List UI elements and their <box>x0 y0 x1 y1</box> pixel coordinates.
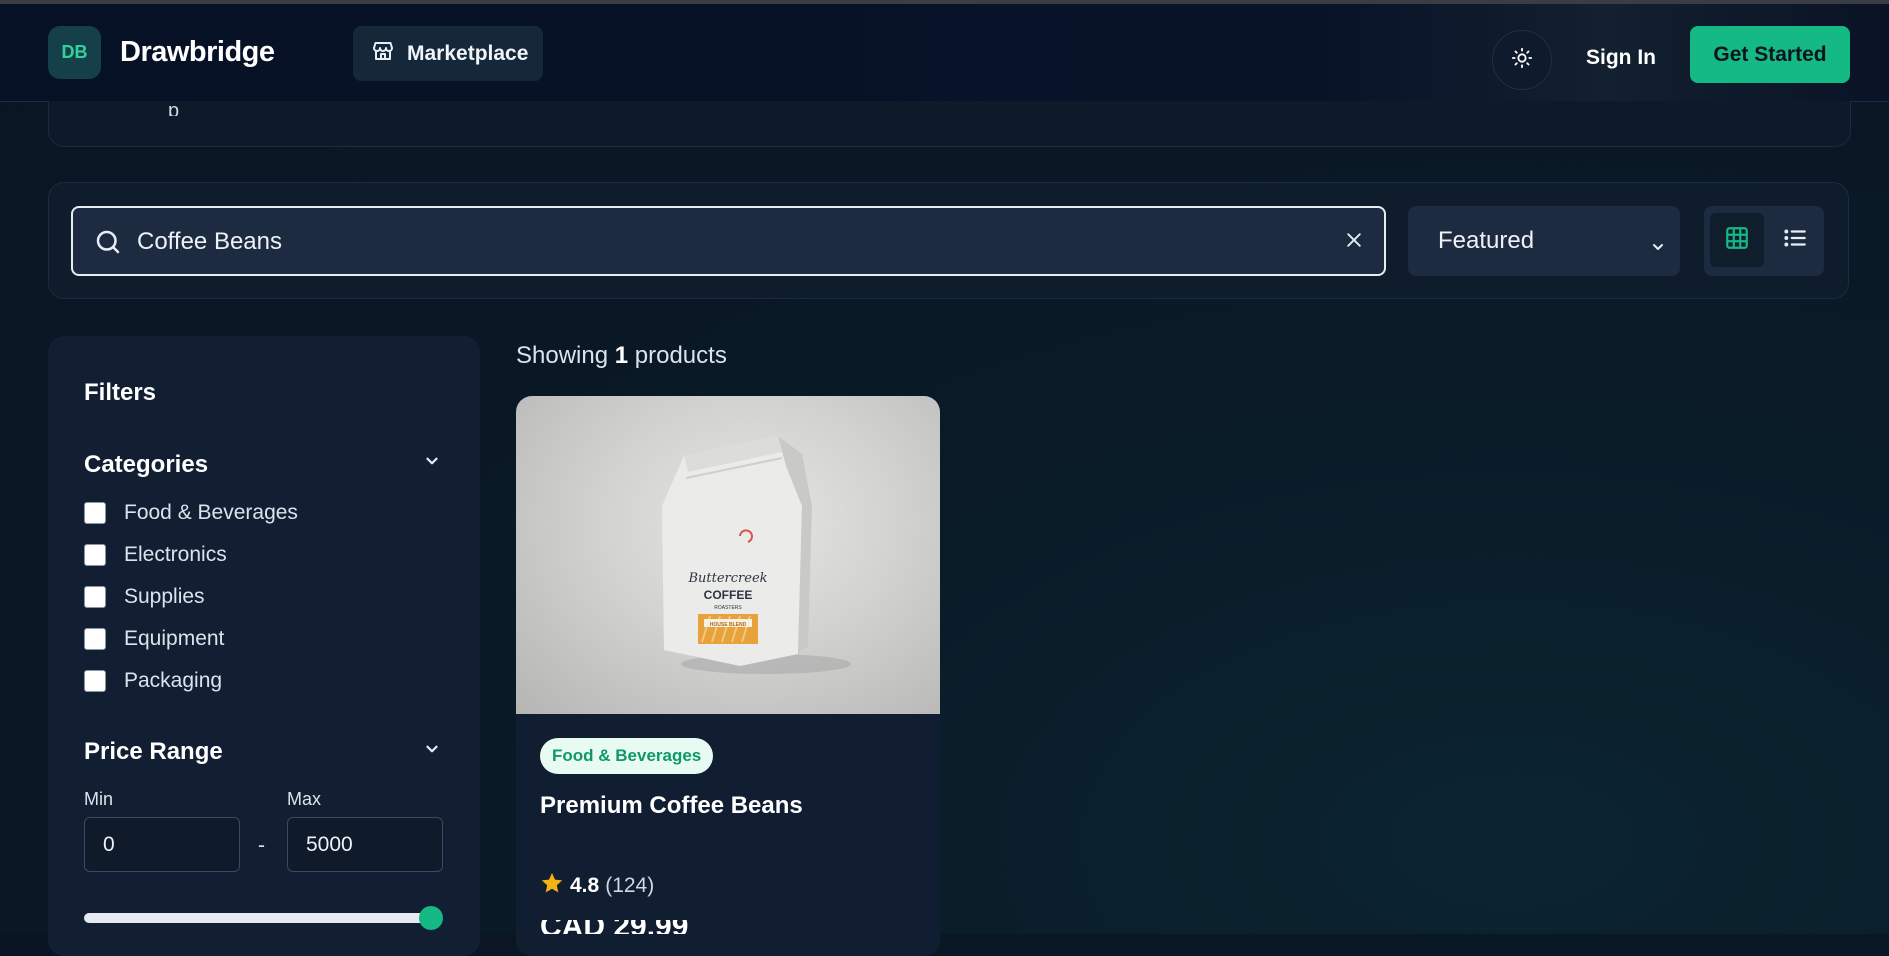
bag-word-text: COFFEE <box>704 588 753 602</box>
category-checkbox[interactable] <box>84 586 106 608</box>
results-count-number: 1 <box>614 342 629 369</box>
results-count-suffix: products <box>634 342 727 369</box>
previous-section-text: p <box>168 106 179 116</box>
clear-search-icon[interactable] <box>1344 230 1364 255</box>
product-image[interactable]: Buttercreek COFFEE ROASTERS HOUSE BLEND <box>516 396 940 714</box>
category-checkbox[interactable] <box>84 628 106 650</box>
bag-sub-text: ROASTERS <box>714 605 742 611</box>
price-max-label: Max <box>287 789 322 809</box>
product-rating: 4.8 (124) <box>540 871 654 901</box>
price-slider-track[interactable] <box>84 913 431 923</box>
results-count: Showing 1 products <box>516 342 727 370</box>
price-range-title[interactable]: Price Range <box>84 738 223 766</box>
chevron-down-icon <box>1650 234 1666 262</box>
grid-view-button[interactable] <box>1710 213 1764 267</box>
price-range-dash: - <box>258 834 265 857</box>
category-checkbox[interactable] <box>84 670 106 692</box>
grid-icon <box>1724 225 1750 256</box>
category-checkbox[interactable] <box>84 502 106 524</box>
view-mode-toggle <box>1704 206 1824 276</box>
search-input[interactable] <box>135 220 1319 264</box>
category-label: Food & Beverages <box>124 501 298 524</box>
price-min-input[interactable] <box>84 817 240 872</box>
get-started-button[interactable]: Get Started <box>1690 26 1850 83</box>
nav-marketplace-label: Marketplace <box>407 41 529 65</box>
category-label: Electronics <box>124 543 227 566</box>
price-min-label: Min <box>84 789 114 809</box>
category-supplies[interactable]: Supplies <box>84 585 205 609</box>
previous-section-card <box>48 101 1851 147</box>
categories-chevron-icon[interactable] <box>423 452 441 475</box>
product-name[interactable]: Premium Coffee Beans <box>540 792 803 820</box>
price-range-chevron-icon[interactable] <box>423 740 441 763</box>
logo-badge[interactable]: DB <box>48 26 101 79</box>
top-navbar: DB Drawbridge Marketplace Sign In Get St… <box>0 4 1889 102</box>
list-view-button[interactable] <box>1772 213 1818 267</box>
search-icon <box>93 227 123 262</box>
product-category-badge: Food & Beverages <box>540 738 714 774</box>
category-electronics[interactable]: Electronics <box>84 543 227 567</box>
price-slider-thumb[interactable] <box>419 906 443 930</box>
sign-in-link[interactable]: Sign In <box>1586 46 1656 70</box>
sort-select[interactable]: Featured <box>1408 206 1680 276</box>
category-equipment[interactable]: Equipment <box>84 627 224 651</box>
search-box[interactable] <box>71 206 1386 276</box>
product-card[interactable]: Buttercreek COFFEE ROASTERS HOUSE BLEND … <box>516 396 940 956</box>
rating-value: 4.8 <box>570 874 600 897</box>
bag-brand-text: Buttercreek <box>687 571 767 586</box>
category-packaging[interactable]: Packaging <box>84 669 222 693</box>
category-food-beverages[interactable]: Food & Beverages <box>84 501 298 525</box>
categories-title[interactable]: Categories <box>84 451 208 479</box>
category-label: Packaging <box>124 669 223 692</box>
nav-marketplace-button[interactable]: Marketplace <box>353 26 543 81</box>
filters-title: Filters <box>84 379 157 406</box>
star-icon <box>540 871 564 901</box>
product-price: CAD 29.99 <box>540 920 688 934</box>
store-icon <box>371 39 395 69</box>
category-label: Equipment <box>124 627 225 650</box>
brand-name[interactable]: Drawbridge <box>120 36 275 69</box>
category-checkbox[interactable] <box>84 544 106 566</box>
results-count-prefix: Showing <box>516 342 609 369</box>
rating-count: (124) <box>605 874 655 897</box>
coffee-bag-illustration: Buttercreek COFFEE ROASTERS HOUSE BLEND <box>662 436 851 674</box>
list-icon <box>1782 225 1808 256</box>
sun-icon <box>1511 47 1533 74</box>
sort-selected-value: Featured <box>1438 227 1535 254</box>
price-max-input[interactable] <box>287 817 443 872</box>
theme-toggle-button[interactable] <box>1492 30 1552 90</box>
category-label: Supplies <box>124 585 205 608</box>
bag-label-text: HOUSE BLEND <box>710 622 747 628</box>
